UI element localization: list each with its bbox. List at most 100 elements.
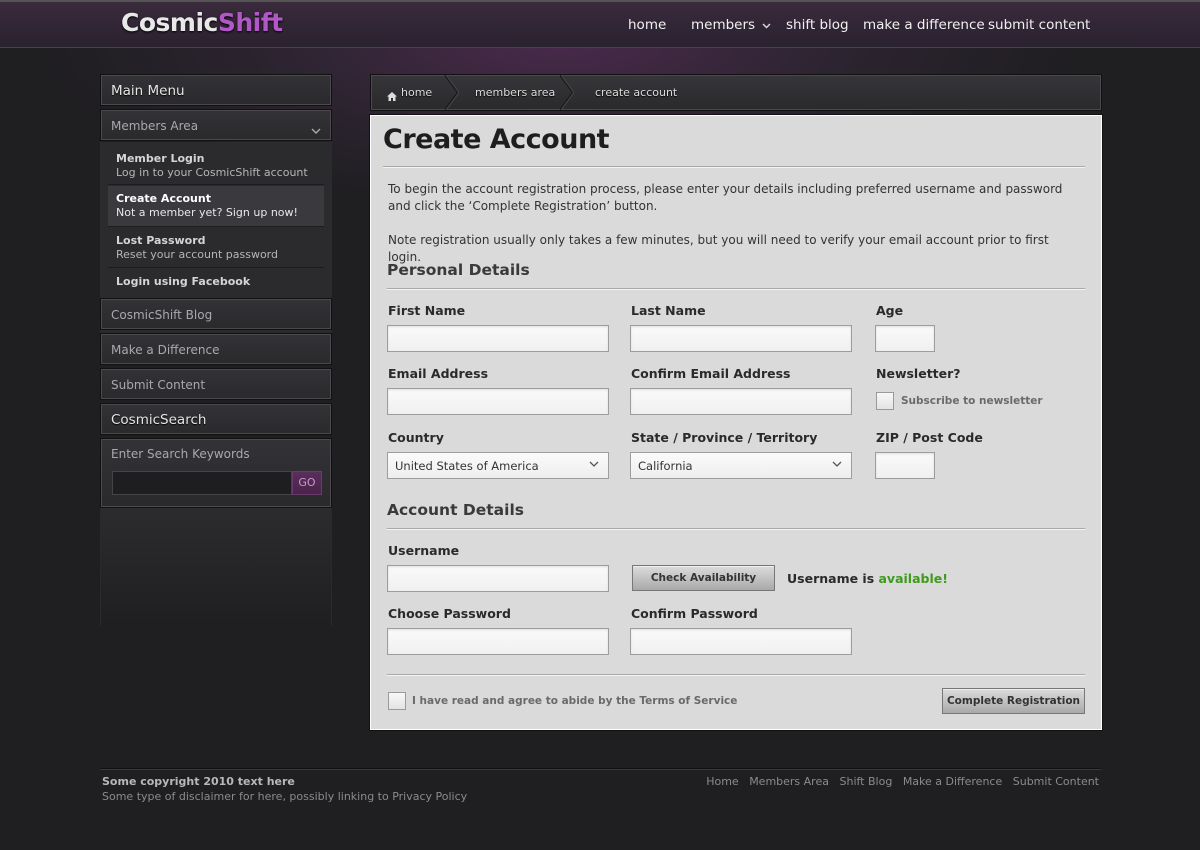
sidebar-fade — [100, 508, 332, 626]
complete-registration-button[interactable]: Complete Registration — [942, 688, 1085, 714]
first-name-input[interactable] — [387, 325, 609, 352]
state-select[interactable]: California — [630, 452, 852, 479]
newsletter-label: Newsletter? — [876, 366, 961, 381]
choose-password-label: Choose Password — [388, 606, 511, 621]
footer-copyright: Some copyright 2010 text here — [102, 775, 295, 788]
last-name-label: Last Name — [631, 303, 706, 318]
zip-input[interactable] — [875, 452, 935, 479]
username-availability: Username is available! — [787, 571, 948, 586]
last-name-input[interactable] — [630, 325, 852, 352]
breadcrumb-separator — [445, 75, 459, 110]
submenu-title: Member Login — [116, 152, 205, 165]
footer-link-members-area[interactable]: Members Area — [749, 775, 829, 788]
submenu-desc: Not a member yet? Sign up now! — [116, 206, 298, 219]
country-label: Country — [388, 430, 444, 445]
chevron-down-icon — [832, 458, 842, 471]
email-input[interactable] — [387, 388, 609, 415]
search-label: Enter Search Keywords — [111, 447, 250, 461]
divider — [383, 166, 1085, 168]
nav-make-a-difference[interactable]: make a difference — [863, 17, 985, 33]
submenu-lost-password[interactable]: Lost Password Reset your account passwor… — [108, 228, 324, 268]
footer-link-submit-content[interactable]: Submit Content — [1013, 775, 1099, 788]
search-input[interactable] — [112, 471, 292, 495]
submenu-title: Create Account — [116, 192, 211, 205]
confirm-password-label: Confirm Password — [631, 606, 758, 621]
footer-link-home[interactable]: Home — [706, 775, 738, 788]
sidebar-item-label: Make a Difference — [111, 343, 220, 357]
submenu-desc: Log in to your CosmicShift account — [116, 166, 308, 179]
divider — [387, 528, 1085, 530]
submenu-login-facebook[interactable]: Login using Facebook — [108, 269, 324, 297]
submenu-desc: Reset your account password — [116, 248, 278, 261]
breadcrumb-home[interactable]: home — [401, 86, 432, 99]
main-menu-header: Main Menu — [100, 74, 332, 106]
members-submenu: Member Login Log in to your CosmicShift … — [100, 142, 332, 365]
nav-members[interactable]: members — [691, 17, 771, 33]
footer-link-make-a-difference[interactable]: Make a Difference — [903, 775, 1002, 788]
sidebar-item-label: CosmicShift Blog — [111, 308, 213, 322]
divider — [387, 288, 1085, 290]
page-title: Create Account — [383, 124, 610, 155]
first-name-label: First Name — [388, 303, 466, 318]
newsletter-checkbox-label: Subscribe to newsletter — [901, 395, 1043, 407]
chevron-down-icon — [759, 21, 771, 32]
sidebar-item-members-area[interactable]: Members Area — [100, 109, 332, 141]
nav-members-label: members — [691, 17, 756, 33]
nav-submit-content[interactable]: submit content — [988, 17, 1090, 33]
search-box: Enter Search Keywords GO — [100, 438, 332, 508]
country-select-value: United States of America — [395, 459, 539, 473]
terms-checkbox[interactable] — [388, 692, 406, 710]
logo-text-1: Cosmic — [121, 8, 218, 37]
logo[interactable]: CosmicShift — [121, 8, 283, 37]
sidebar-item-label: Submit Content — [111, 378, 206, 392]
chevron-down-icon — [589, 458, 599, 471]
breadcrumb-members-area[interactable]: members area — [475, 86, 555, 99]
nav-home[interactable]: home — [628, 17, 666, 33]
search-go-button[interactable]: GO — [292, 471, 322, 495]
intro-text: To begin the account registration proces… — [388, 182, 1063, 213]
sidebar-item-blog[interactable]: CosmicShift Blog — [100, 298, 332, 330]
availability-text: Username is — [787, 571, 879, 586]
breadcrumb-create-account: create account — [595, 86, 678, 99]
divider — [387, 674, 1085, 676]
check-availability-button[interactable]: Check Availability — [632, 565, 775, 591]
sidebar-item-make-a-difference[interactable]: Make a Difference — [100, 333, 332, 365]
state-select-value: California — [638, 459, 693, 473]
create-account-panel: Create Account To begin the account regi… — [369, 114, 1103, 731]
footer-disclaimer: Some type of disclaimer for here, possib… — [102, 790, 468, 803]
account-details-title: Account Details — [387, 501, 524, 519]
newsletter-checkbox[interactable] — [876, 392, 894, 410]
submenu-title: Login using Facebook — [116, 275, 251, 288]
submenu-member-login[interactable]: Member Login Log in to your CosmicShift … — [108, 146, 324, 185]
email-label: Email Address — [388, 366, 489, 381]
age-label: Age — [876, 303, 904, 318]
main-menu-title: Main Menu — [111, 83, 185, 99]
choose-password-input[interactable] — [387, 628, 609, 655]
username-label: Username — [388, 543, 460, 558]
submenu-title: Lost Password — [116, 234, 206, 247]
footer-link-shift-blog[interactable]: Shift Blog — [839, 775, 892, 788]
nav-shift-blog[interactable]: shift blog — [786, 17, 849, 33]
personal-details-title: Personal Details — [387, 261, 530, 279]
footer-divider — [100, 768, 1101, 770]
logo-text-2: Shift — [217, 8, 283, 37]
footer-links: Home Members Area Shift Blog Make a Diff… — [699, 775, 1099, 788]
availability-status: available! — [878, 571, 948, 586]
chevron-down-icon — [311, 120, 321, 139]
confirm-password-input[interactable] — [630, 628, 852, 655]
breadcrumb: home members area create account — [370, 74, 1102, 111]
username-input[interactable] — [387, 565, 609, 592]
zip-label: ZIP / Post Code — [876, 430, 983, 445]
cosmic-search-header: CosmicSearch — [100, 403, 332, 435]
sidebar-item-label: Members Area — [111, 119, 199, 133]
confirm-email-label: Confirm Email Address — [631, 366, 791, 381]
search-title: CosmicSearch — [111, 412, 207, 428]
sidebar-item-submit-content[interactable]: Submit Content — [100, 368, 332, 400]
state-label: State / Province / Territory — [631, 430, 818, 445]
confirm-email-input[interactable] — [630, 388, 852, 415]
country-select[interactable]: United States of America — [387, 452, 609, 479]
breadcrumb-separator — [560, 75, 574, 110]
age-input[interactable] — [875, 325, 935, 352]
terms-label: I have read and agree to abide by the Te… — [412, 695, 738, 707]
submenu-create-account[interactable]: Create Account Not a member yet? Sign up… — [108, 186, 324, 227]
